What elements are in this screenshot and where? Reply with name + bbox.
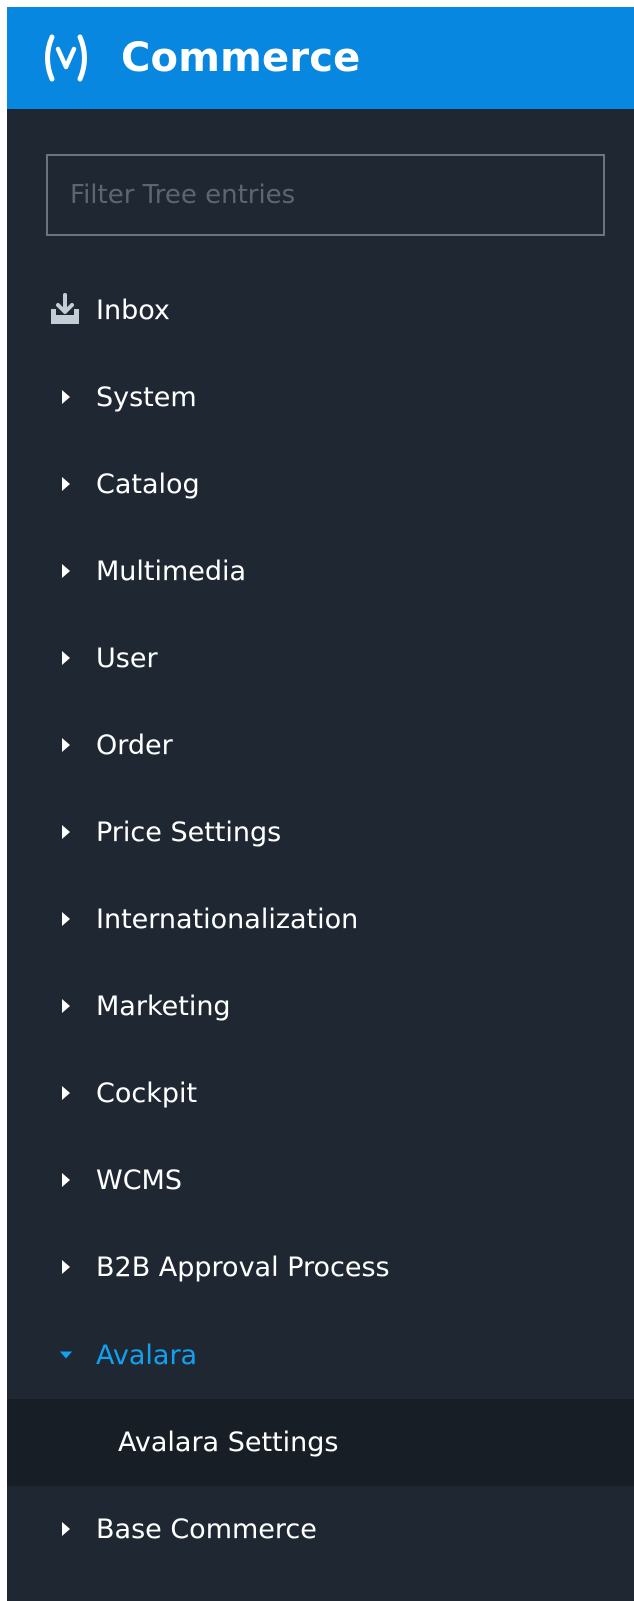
tree-item-user[interactable]: User <box>7 615 634 701</box>
caret-right-icon[interactable] <box>59 649 73 667</box>
caret-right-icon[interactable] <box>59 475 73 493</box>
caret-right-icon[interactable] <box>59 1084 73 1102</box>
caret-right-icon[interactable] <box>59 1258 73 1276</box>
tree-item-order[interactable]: Order <box>7 702 634 788</box>
caret-right-icon[interactable] <box>59 736 73 754</box>
tree-item-label: B2B Approval Process <box>96 1251 390 1283</box>
inbox-download-icon <box>51 293 79 324</box>
tree-item-price-settings[interactable]: Price Settings <box>7 789 634 875</box>
sap-logo-icon <box>37 32 95 84</box>
tree-item-base-commerce[interactable]: Base Commerce <box>7 1486 634 1572</box>
tree-item-marketing[interactable]: Marketing <box>7 963 634 1049</box>
caret-right-icon[interactable] <box>59 823 73 841</box>
tree-item-label: Internationalization <box>96 903 359 935</box>
app-title: Commerce <box>121 35 361 81</box>
tree-item-label: Multimedia <box>96 555 247 587</box>
navigation-panel: Commerce Inbox System Catalog Multimedia <box>7 7 634 1601</box>
tree-item-inbox[interactable]: Inbox <box>7 267 634 353</box>
tree-item-avalara-settings[interactable]: Avalara Settings <box>7 1399 634 1486</box>
caret-right-icon[interactable] <box>59 562 73 580</box>
tree-item-b2b-approval-process[interactable]: B2B Approval Process <box>7 1224 634 1310</box>
tree-item-label: WCMS <box>96 1164 182 1196</box>
caret-down-icon[interactable] <box>59 1346 73 1364</box>
caret-right-icon[interactable] <box>59 388 73 406</box>
tree-item-label: Price Settings <box>96 816 282 848</box>
tree-item-label: User <box>96 642 158 674</box>
caret-right-icon[interactable] <box>59 910 73 928</box>
tree-item-catalog[interactable]: Catalog <box>7 441 634 527</box>
tree-item-system[interactable]: System <box>7 354 634 440</box>
app-header: Commerce <box>7 7 634 109</box>
caret-right-icon[interactable] <box>59 997 73 1015</box>
tree-item-label: Avalara Settings <box>118 1427 339 1458</box>
tree-item-label: Avalara <box>96 1339 198 1371</box>
tree-item-cockpit[interactable]: Cockpit <box>7 1050 634 1136</box>
tree-item-label: Catalog <box>96 468 200 500</box>
tree-item-multimedia[interactable]: Multimedia <box>7 528 634 614</box>
tree-item-label: Base Commerce <box>96 1513 317 1545</box>
tree-item-label: Cockpit <box>96 1077 198 1109</box>
tree-item-internationalization[interactable]: Internationalization <box>7 876 634 962</box>
filter-tree-input[interactable] <box>48 156 603 234</box>
caret-right-icon[interactable] <box>59 1520 73 1538</box>
tree-item-label: Marketing <box>96 990 231 1022</box>
tree-item-avalara[interactable]: Avalara <box>7 1312 634 1398</box>
tree-item-label: System <box>96 381 197 413</box>
tree-item-wcms[interactable]: WCMS <box>7 1137 634 1223</box>
filter-tree-field[interactable] <box>46 154 605 236</box>
tree-item-label: Inbox <box>96 294 170 326</box>
tree-item-label: Order <box>96 729 173 761</box>
caret-right-icon[interactable] <box>59 1171 73 1189</box>
